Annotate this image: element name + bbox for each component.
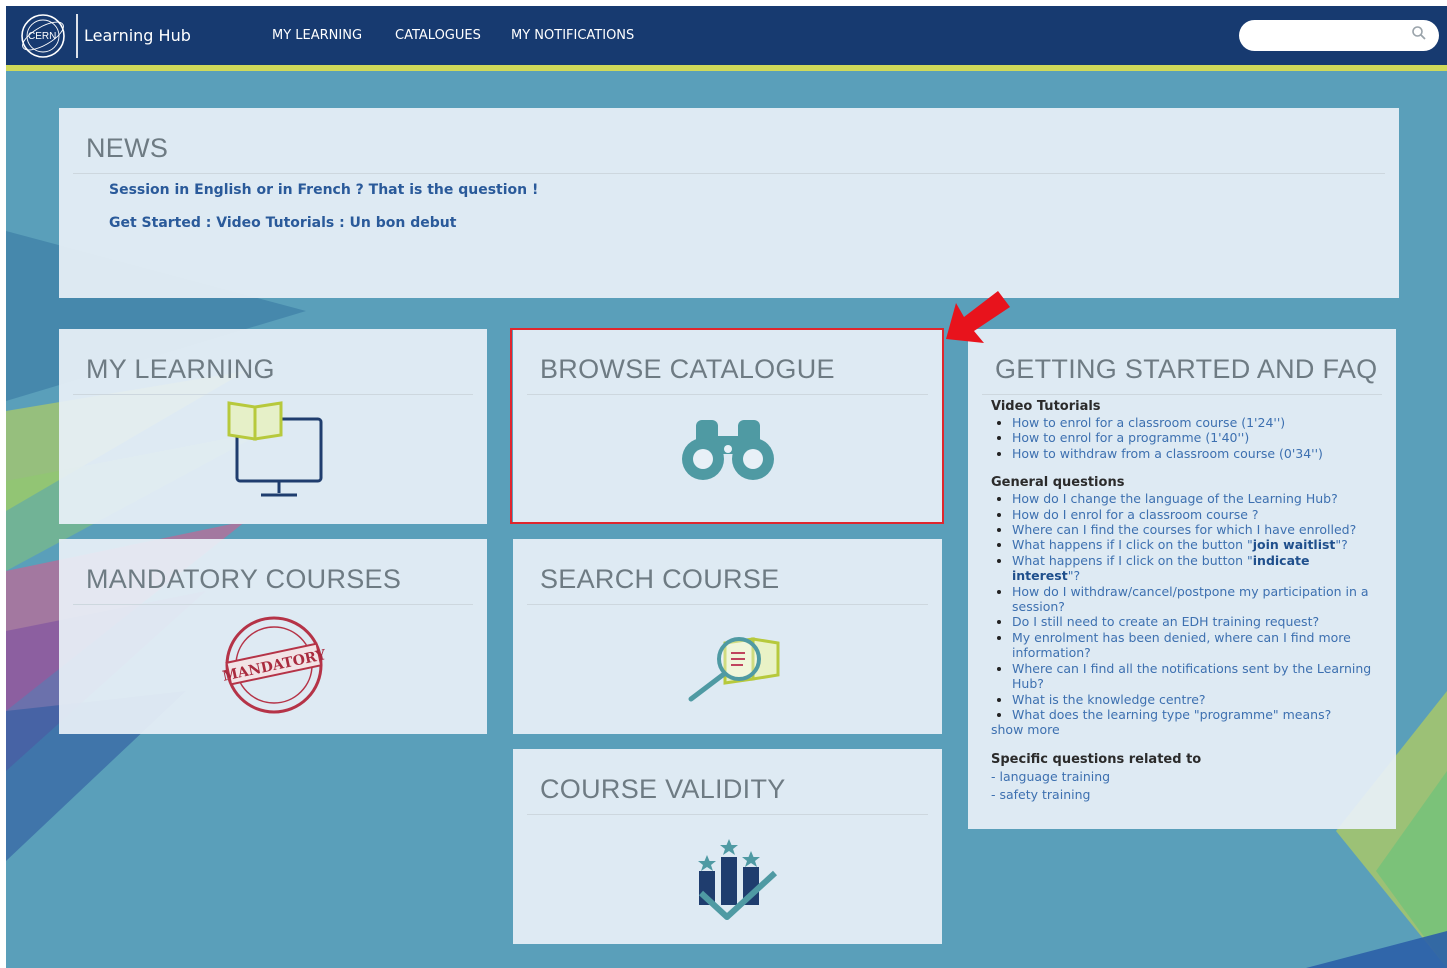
browse-catalogue-title: BROWSE CATALOGUE <box>540 354 835 384</box>
nav-catalogues[interactable]: CATALOGUES <box>395 28 481 43</box>
browse-catalogue-tile[interactable]: BROWSE CATALOGUE <box>513 329 942 524</box>
faq-content: Video Tutorials How to enrol for a class… <box>991 399 1376 804</box>
tile-divider <box>527 394 928 395</box>
search-icon[interactable] <box>1411 25 1427 41</box>
list-item: What happens if I click on the button "i… <box>991 553 1376 584</box>
list-item: What is the knowledge centre? <box>991 692 1376 707</box>
video-tutorials-list: How to enrol for a classroom course (1'2… <box>991 415 1376 461</box>
app-title[interactable]: Learning Hub <box>84 26 191 45</box>
list-item: Where can I find the courses for which I… <box>991 522 1376 537</box>
general-questions-heading: General questions <box>991 475 1125 491</box>
faq-link[interactable]: What happens if I click on the button "i… <box>1012 553 1309 583</box>
link-text: My enrolment has been denied, where can … <box>1012 629 1351 661</box>
faq-link[interactable]: My enrolment has been denied, where can … <box>1012 630 1351 660</box>
validity-chart-icon <box>698 839 778 920</box>
logo-divider <box>76 14 78 58</box>
search-input[interactable] <box>1239 20 1439 51</box>
tile-divider <box>73 394 473 395</box>
cern-logo-text: CERN <box>28 31 56 42</box>
faq-link[interactable]: Where can I find the courses for which I… <box>1012 522 1356 537</box>
news-divider <box>73 173 1385 174</box>
list-item: My enrolment has been denied, where can … <box>991 630 1376 661</box>
my-learning-title: MY LEARNING <box>86 354 275 384</box>
faq-link[interactable]: How to enrol for a classroom course (1'2… <box>1012 415 1285 430</box>
list-item: How to enrol for a classroom course (1'2… <box>991 415 1376 430</box>
faq-link[interactable]: How do I enrol for a classroom course ? <box>1012 507 1259 522</box>
link-text: What does the learning type "programme" … <box>1012 706 1332 722</box>
faq-link[interactable]: How do I change the language of the Lear… <box>1012 491 1338 506</box>
link-text: How do I enrol for a classroom course ? <box>1012 506 1259 522</box>
cern-logo-icon[interactable]: CERN <box>19 12 70 63</box>
course-validity-tile[interactable]: COURSE VALIDITY <box>513 749 942 944</box>
list-item: What does the learning type "programme" … <box>991 707 1376 722</box>
faq-link[interactable]: How to enrol for a programme (1'40'') <box>1012 430 1249 445</box>
list-item: How do I withdraw/cancel/postpone my par… <box>991 584 1376 615</box>
tile-divider <box>527 814 928 815</box>
link-text: How do I change the language of the Lear… <box>1012 491 1338 507</box>
mandatory-stamp-icon: MANDATORY <box>222 616 326 714</box>
list-item: What happens if I click on the button "j… <box>991 537 1376 552</box>
video-tutorials-heading: Video Tutorials <box>991 399 1101 414</box>
safety-training-link[interactable]: - safety training <box>991 786 1376 804</box>
nav-my-learning[interactable]: MY LEARNING <box>272 28 362 43</box>
faq-link[interactable]: What does the learning type "programme" … <box>1012 707 1331 722</box>
list-item: Where can I find all the notifications s… <box>991 661 1376 692</box>
link-text: Where can I find the courses for which I… <box>1012 522 1357 538</box>
link-text: What happens if I click on the button " <box>1012 552 1253 568</box>
specific-questions-heading: Specific questions related to <box>991 751 1202 767</box>
link-text: Do I still need to create an EDH trainin… <box>1012 614 1320 630</box>
language-training-link[interactable]: - language training <box>991 768 1376 786</box>
search-course-title: SEARCH COURSE <box>540 564 780 594</box>
link-text: How do I withdraw/cancel/postpone my par… <box>1012 583 1369 615</box>
mandatory-courses-title: MANDATORY COURSES <box>86 564 402 594</box>
news-link[interactable]: Get Started : Video Tutorials : Un bon d… <box>109 215 456 231</box>
top-navigation-bar: CERN Learning Hub MY LEARNING CATALOGUES… <box>6 6 1447 65</box>
page-frame: CERN Learning Hub MY LEARNING CATALOGUES… <box>6 6 1447 968</box>
course-validity-title: COURSE VALIDITY <box>540 774 786 804</box>
nav-my-notifications[interactable]: MY NOTIFICATIONS <box>511 28 634 43</box>
list-item: How do I change the language of the Lear… <box>991 491 1376 506</box>
news-link[interactable]: Session in English or in French ? That i… <box>109 182 538 198</box>
general-questions-list: How do I change the language of the Lear… <box>991 491 1376 722</box>
my-learning-tile[interactable]: MY LEARNING <box>59 329 487 524</box>
faq-link[interactable]: What is the knowledge centre? <box>1012 692 1206 707</box>
list-item: How to withdraw from a classroom course … <box>991 446 1376 461</box>
link-text: What is the knowledge centre? <box>1012 691 1206 707</box>
book-computer-icon <box>227 401 323 497</box>
binoculars-icon <box>682 420 774 480</box>
red-arrow-icon <box>946 291 1010 343</box>
faq-divider <box>982 394 1382 395</box>
search-course-tile[interactable]: SEARCH COURSE <box>513 539 942 734</box>
list-item: Do I still need to create an EDH trainin… <box>991 614 1376 629</box>
mandatory-courses-tile[interactable]: MANDATORY COURSES MANDATORY <box>59 539 487 734</box>
faq-link[interactable]: How do I withdraw/cancel/postpone my par… <box>1012 584 1369 614</box>
tile-divider <box>527 604 928 605</box>
faq-link[interactable]: What happens if I click on the button "j… <box>1012 537 1348 552</box>
link-text: "? <box>1335 537 1348 553</box>
link-text: Where can I find all the notifications s… <box>1012 660 1372 692</box>
show-more-link[interactable]: show more <box>991 722 1376 737</box>
link-text: What happens if I click on the button " <box>1012 537 1253 553</box>
faq-panel: GETTING STARTED AND FAQ Video Tutorials … <box>968 329 1396 829</box>
tile-divider <box>73 604 473 605</box>
faq-link[interactable]: How to withdraw from a classroom course … <box>1012 446 1323 461</box>
list-item: How to enrol for a programme (1'40'') <box>991 430 1376 445</box>
faq-title: GETTING STARTED AND FAQ <box>995 354 1378 384</box>
link-bold-text: join waitlist <box>1252 537 1336 553</box>
magnifier-book-icon <box>688 637 780 702</box>
list-item: How do I enrol for a classroom course ? <box>991 507 1376 522</box>
link-text: "? <box>1067 568 1081 584</box>
news-title: NEWS <box>86 133 169 163</box>
topbar-accent-stripe <box>6 65 1447 71</box>
news-panel: NEWS Session in English or in French ? T… <box>59 108 1399 298</box>
faq-link[interactable]: Where can I find all the notifications s… <box>1012 661 1371 691</box>
faq-link[interactable]: Do I still need to create an EDH trainin… <box>1012 614 1319 629</box>
